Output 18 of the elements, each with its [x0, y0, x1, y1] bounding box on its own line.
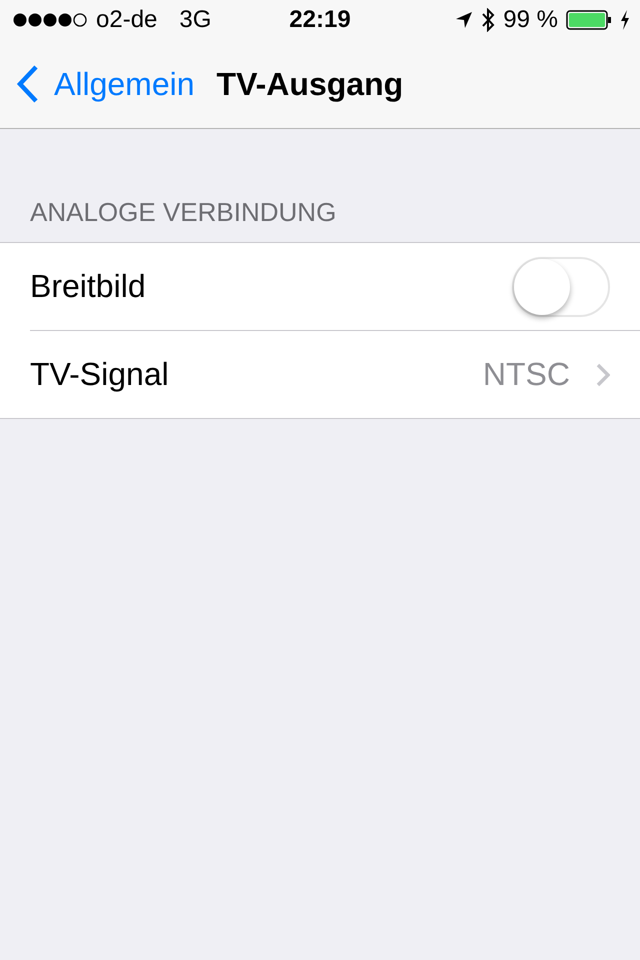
back-button[interactable]: Allgemein	[0, 65, 195, 103]
row-value: NTSC	[482, 356, 570, 393]
screen-title: TV-Ausgang	[216, 66, 404, 102]
row-label: Breitbild	[30, 268, 147, 305]
charging-icon	[620, 10, 630, 30]
clock-time: 22:19	[289, 6, 351, 34]
battery-percent: 99 %	[503, 6, 558, 34]
row-label: TV-Signal	[30, 356, 170, 393]
carrier-name: o2-de	[96, 6, 158, 34]
toggle-switch[interactable]	[512, 256, 610, 316]
network-type: 3G	[179, 6, 212, 34]
battery-icon	[566, 10, 612, 30]
location-icon	[455, 11, 474, 29]
signal-icon	[12, 12, 88, 28]
section-header: ANALOGE VERBINDUNG	[29, 196, 338, 229]
chevron-left-icon	[16, 65, 40, 103]
bluetooth-icon	[481, 8, 496, 32]
chevron-right-icon[interactable]	[596, 362, 610, 386]
